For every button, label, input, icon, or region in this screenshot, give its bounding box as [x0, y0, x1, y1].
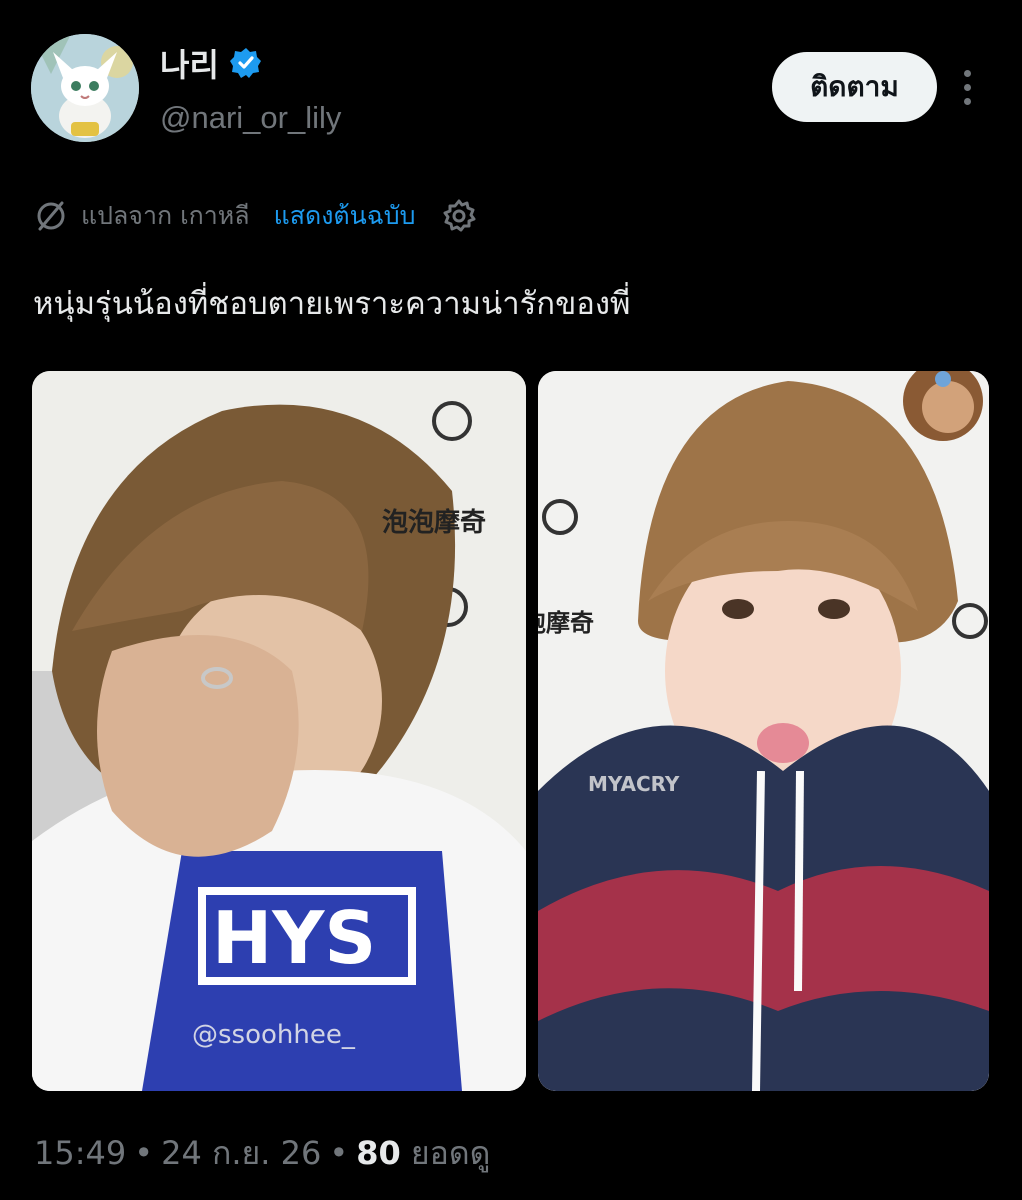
gear-icon[interactable] [440, 197, 478, 235]
verified-badge-icon [229, 46, 263, 80]
author-avatar[interactable] [31, 34, 139, 142]
watermark-right: MYACRY [588, 772, 680, 796]
translate-icon [37, 201, 65, 231]
translation-bar: แปลจาก เกาหลี แสดงต้นฉบับ [33, 194, 478, 238]
tweet-date[interactable]: 24 ก.ย. 26 [161, 1134, 321, 1172]
more-vertical-icon-dot [963, 83, 971, 91]
photo-right-image: 泡泡摩奇 MYACRY [538, 371, 989, 1091]
backdrop-text: 泡泡摩奇 [538, 609, 594, 637]
author-display-name[interactable]: 나리 [160, 40, 219, 86]
media-photo-right[interactable]: 泡泡摩奇 MYACRY [538, 371, 989, 1091]
watermark-left: @ssoohhee_ [192, 1020, 356, 1050]
views-count: 80 [356, 1134, 401, 1172]
translated-from-label: แปลจาก เกาหลี [81, 201, 250, 230]
photo-left-image: 泡泡摩奇 HYS @ssoohhee_ [32, 371, 526, 1091]
author-handle[interactable]: @nari_or_lily [160, 100, 341, 136]
more-vertical-icon-dot [963, 97, 971, 105]
tweet-time[interactable]: 15:49 [34, 1134, 126, 1172]
follow-button[interactable]: ติดตาม [772, 52, 937, 122]
views-label: ยอดดู [410, 1134, 491, 1172]
show-original-link[interactable]: แสดงต้นฉบับ [274, 196, 416, 236]
more-options-button[interactable] [952, 62, 982, 112]
meta-separator: • [134, 1134, 154, 1172]
white-cat-avatar-icon [31, 34, 139, 142]
meta-separator: • [329, 1134, 349, 1172]
more-vertical-icon [963, 69, 971, 77]
tweet-text: หนุ่มรุ่นน้องที่ชอบตายเพราะความน่ารักของ… [33, 286, 631, 322]
backdrop-text: 泡泡摩奇 [382, 507, 486, 538]
shirt-text: HYS [212, 896, 376, 980]
tweet-metadata: 15:49 • 24 ก.ย. 26 • 80 ยอดดู [34, 1128, 490, 1179]
media-photo-left[interactable]: 泡泡摩奇 HYS @ssoohhee_ [32, 371, 526, 1091]
